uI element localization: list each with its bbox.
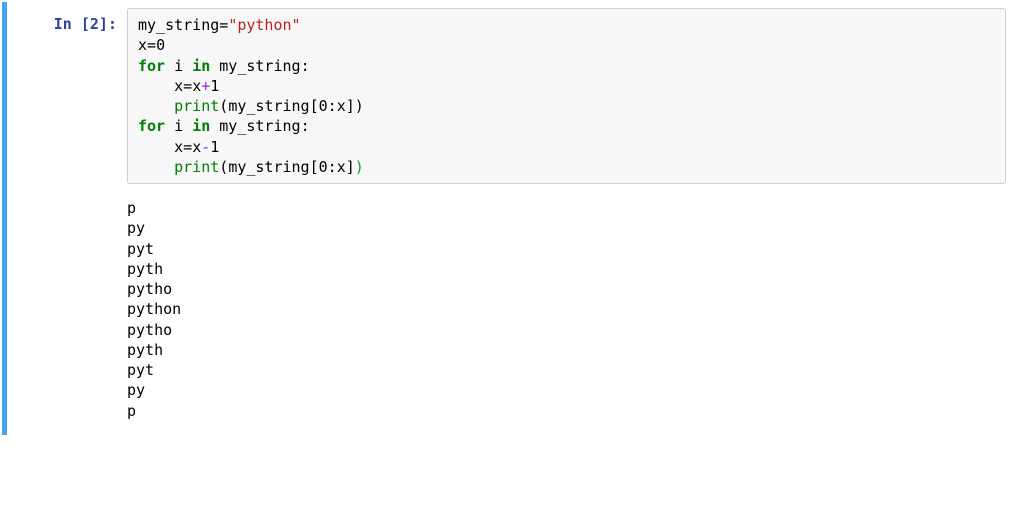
output-line: pyth [127,260,163,278]
code-token [138,158,174,176]
output-line: pyth [127,341,163,359]
code-token: = [183,77,192,95]
code-token: x [337,97,346,115]
code-token: x [174,77,183,95]
cell-body: my_string="python" x=0 for i in my_strin… [127,8,1016,421]
code-token: print [174,97,219,115]
code-token: x [192,138,201,156]
code-token: 0 [156,36,165,54]
code-token: my_string [228,158,309,176]
code-token: ] [346,97,355,115]
output-line: py [127,381,145,399]
code-token: - [201,138,210,156]
code-token [138,97,174,115]
code-token: in [192,57,210,75]
code-token: "python" [228,16,300,34]
code-token: my_string [219,117,300,135]
code-token: i [174,57,183,75]
output-line: pyt [127,240,154,258]
code-token: x [174,138,183,156]
code-token: : [301,117,310,135]
code-token: [ [310,158,319,176]
code-token: print [174,158,219,176]
code-token: : [328,97,337,115]
code-token: for [138,117,165,135]
code-token: my_string [219,57,300,75]
code-token: 0 [319,97,328,115]
output-line: py [127,219,145,237]
code-token: = [183,138,192,156]
code-token: x [138,36,147,54]
code-token: x [192,77,201,95]
output-line: p [127,402,136,420]
notebook-cell: In [2]: my_string="python" x=0 for i in … [2,2,1022,435]
output-line: p [127,199,136,217]
code-token: = [147,36,156,54]
code-token [138,138,174,156]
code-token: : [301,57,310,75]
output-line: python [127,300,181,318]
output-line: pytho [127,321,172,339]
code-token: ) [355,97,364,115]
code-token [138,77,174,95]
code-token: [ [310,97,319,115]
code-block: my_string="python" x=0 for i in my_strin… [138,15,995,177]
code-token: ] [346,158,355,176]
code-token: 0 [319,158,328,176]
code-token: ( [219,97,228,115]
output-line: pytho [127,280,172,298]
code-token: = [219,16,228,34]
code-token: for [138,57,165,75]
code-token: my_string [228,97,309,115]
code-token: ) [355,158,364,176]
code-token: i [174,117,183,135]
prompt-column: In [2]: [7,8,127,421]
code-token: 1 [210,138,219,156]
code-token: : [328,158,337,176]
code-input-area[interactable]: my_string="python" x=0 for i in my_strin… [127,8,1006,184]
code-token: my_string [138,16,219,34]
output-line: pyt [127,361,154,379]
code-token: 1 [210,77,219,95]
code-token: ( [219,158,228,176]
code-token: + [201,77,210,95]
output-block: p py pyt pyth pytho python pytho pyth py… [127,198,1006,421]
input-prompt: In [2]: [54,15,117,33]
code-token: x [337,158,346,176]
code-token: in [192,117,210,135]
